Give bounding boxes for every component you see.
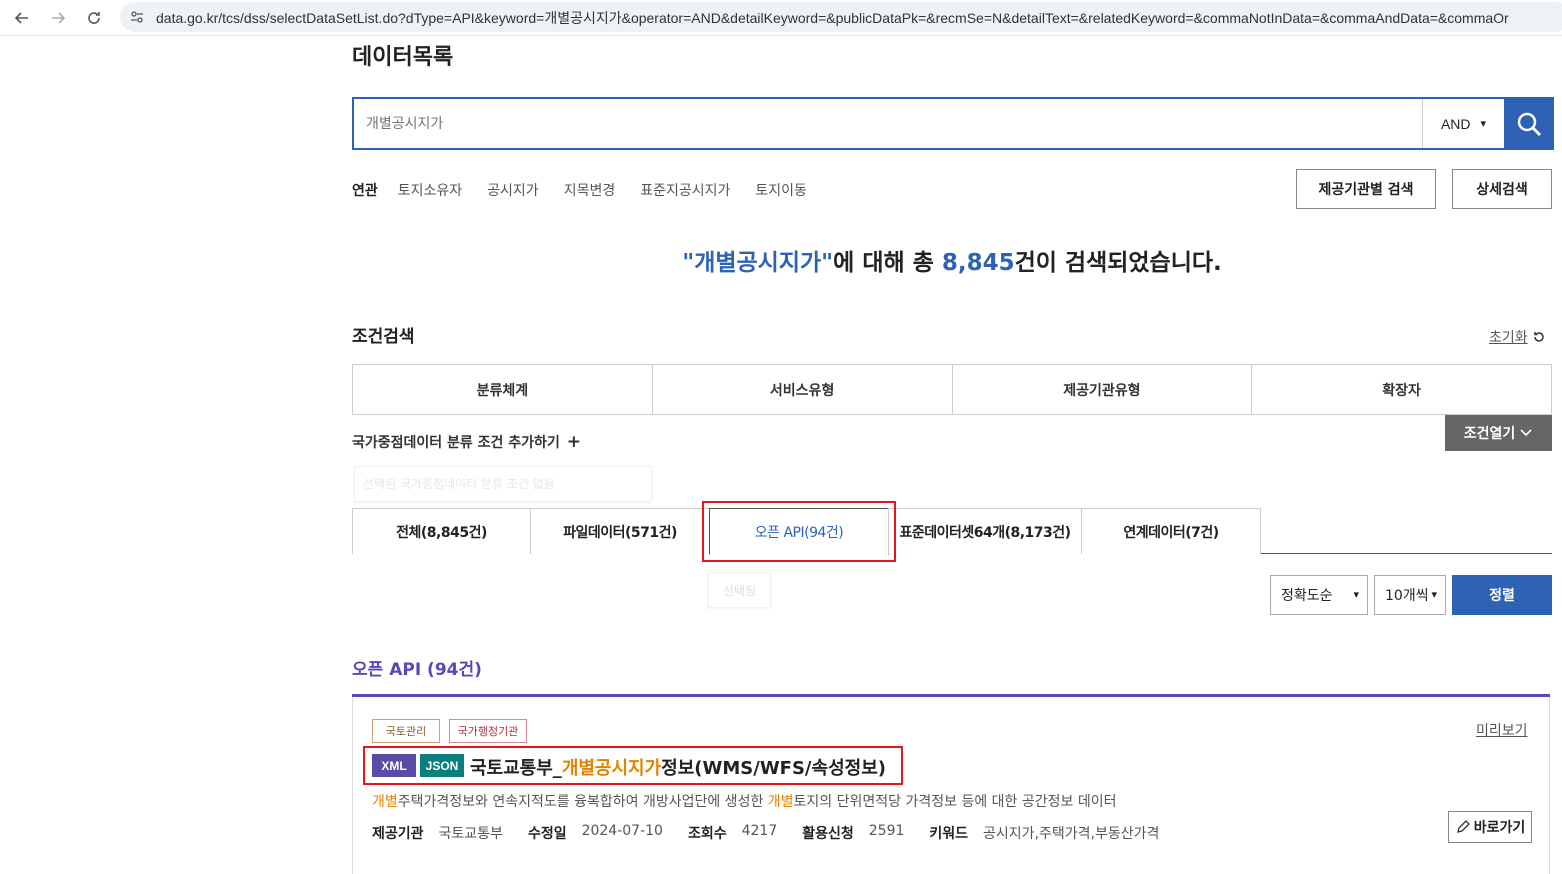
- condition-tab[interactable]: 서비스유형: [653, 365, 953, 414]
- add-condition-label: 국가중점데이터 분류 조건 추가하기: [352, 435, 560, 451]
- condition-tab[interactable]: 제공기관유형: [953, 365, 1253, 414]
- xml-badge: XML: [372, 754, 416, 777]
- selected-tooltip: 선택됨: [708, 572, 771, 608]
- condition-tab[interactable]: 확장자: [1252, 365, 1551, 414]
- meta-value: 2591: [868, 823, 905, 839]
- condition-tab[interactable]: 분류체계: [353, 365, 653, 414]
- goto-label: 바로가기: [1473, 820, 1526, 836]
- related-item[interactable]: 토지이동: [755, 180, 807, 200]
- chevron-down-icon: ▾: [1480, 118, 1487, 130]
- desc-keyword: 개별: [767, 794, 794, 810]
- related-item[interactable]: 표준지공시지가: [640, 180, 730, 200]
- meta-value: 공시지가,주택가격,부동산가격: [983, 826, 1160, 842]
- search-input[interactable]: [354, 99, 1422, 148]
- category-tag: 국토관리: [372, 719, 440, 743]
- api-description: 개별주택가격정보와 연속지적도를 융복합하여 개방사업단에 생성한 개별토지의 …: [372, 791, 1117, 811]
- ghost-tooltip: 선택된 국가중점데이터 분류 조건 없음: [354, 466, 652, 502]
- result-keyword: "개별공시지가": [682, 250, 834, 276]
- chevron-down-icon: ▾: [1353, 588, 1359, 601]
- site-settings-icon[interactable]: [128, 8, 146, 26]
- conditions-title: 조건검색: [352, 327, 415, 347]
- related-item[interactable]: 공시지가: [487, 180, 539, 200]
- goto-button[interactable]: 바로가기: [1448, 811, 1532, 843]
- operator-value: AND: [1440, 115, 1471, 132]
- result-middle: 에 대해 총: [833, 250, 942, 276]
- ghost-tooltip-text: 선택된 국가중점데이터 분류 조건 없음: [363, 477, 555, 491]
- open-conditions-label: 조건열기: [1463, 426, 1516, 442]
- desc-text: 토지의 단위면적당 가격정보 등에 대한 공간정보 데이터: [793, 794, 1117, 810]
- title-post: 정보(WMS/WFS/속성정보): [661, 758, 886, 779]
- tab-file-data[interactable]: 파일데이터(571건): [530, 508, 710, 554]
- meta-label: 조회수: [687, 826, 727, 842]
- list-item: [352, 697, 1550, 874]
- browser-toolbar: data.go.kr/tcs/dss/selectDataSetList.do?…: [0, 0, 1562, 36]
- url-text: data.go.kr/tcs/dss/selectDataSetList.do?…: [156, 10, 1509, 26]
- title-pre: 국토교통부_: [470, 758, 562, 779]
- related-item[interactable]: 토지소유자: [398, 180, 462, 200]
- tab-all[interactable]: 전체(8,845건): [352, 508, 531, 554]
- org-search-button[interactable]: 제공기관별 검색: [1296, 169, 1436, 209]
- meta-label: 활용신청: [802, 826, 854, 842]
- order-value: 정확도순: [1281, 588, 1333, 604]
- reset-link[interactable]: 초기화: [1489, 327, 1546, 347]
- add-condition-link[interactable]: 국가중점데이터 분류 조건 추가하기 +: [352, 432, 581, 452]
- condition-tabs: 분류체계 서비스유형 제공기관유형 확장자: [352, 364, 1552, 415]
- api-title-link[interactable]: 국토교통부_개별공시지가정보(WMS/WFS/속성정보): [470, 754, 886, 780]
- highlight-box: [702, 501, 896, 562]
- desc-text: 주택가격정보와 연속지적도를 융복합하여 개방사업단에 생성한: [397, 794, 768, 810]
- reset-icon: [1533, 332, 1544, 342]
- order-select[interactable]: 정확도순 ▾: [1270, 575, 1368, 615]
- desc-keyword: 개별: [372, 794, 398, 810]
- reset-label: 초기화: [1489, 330, 1528, 346]
- forward-icon[interactable]: [46, 6, 70, 30]
- plus-icon: +: [566, 432, 581, 452]
- preview-link[interactable]: 미리보기: [1476, 720, 1528, 740]
- meta-value: 국토교통부: [438, 826, 503, 842]
- api-meta: 제공기관 국토교통부 수정일 2024-07-10 조회수 4217 활용신청 …: [372, 823, 1184, 843]
- search-box: AND ▾: [352, 97, 1554, 150]
- title-keyword: 개별공시지가: [561, 758, 662, 779]
- meta-label: 수정일: [527, 826, 567, 842]
- search-button[interactable]: [1504, 97, 1554, 150]
- meta-value: 4217: [741, 823, 778, 839]
- result-suffix: 건이 검색되었습니다.: [1014, 250, 1222, 276]
- result-message: "개별공시지가"에 대해 총 8,845건이 검색되었습니다.: [352, 243, 1552, 277]
- json-badge: JSON: [420, 754, 464, 777]
- tab-standard-dataset[interactable]: 표준데이터셋64개(8,173건): [888, 508, 1082, 554]
- per-page-value: 10개씩: [1385, 588, 1429, 604]
- tab-linked-data[interactable]: 연계데이터(7건): [1081, 508, 1261, 554]
- address-bar[interactable]: data.go.kr/tcs/dss/selectDataSetList.do?…: [120, 2, 1562, 32]
- per-page-select[interactable]: 10개씩 ▾: [1374, 575, 1446, 615]
- meta-label: 제공기관: [372, 826, 424, 842]
- chevron-down-icon: [1520, 429, 1532, 437]
- org-type-tag: 국가행정기관: [449, 719, 527, 743]
- sort-button[interactable]: 정렬: [1452, 575, 1552, 615]
- meta-label: 키워드: [929, 826, 969, 842]
- page-title: 데이터목록: [352, 45, 454, 70]
- open-conditions-button[interactable]: 조건열기: [1445, 415, 1552, 451]
- related-keywords: 연관 토지소유자 공시지가 지목변경 표준지공시지가 토지이동: [352, 180, 832, 200]
- pencil-icon: [1456, 820, 1470, 833]
- chevron-down-icon: ▾: [1431, 588, 1437, 601]
- detail-search-button[interactable]: 상세검색: [1452, 169, 1552, 209]
- list-title: 오픈 API (94건): [352, 660, 482, 680]
- related-item[interactable]: 지목변경: [564, 180, 616, 200]
- related-label: 연관: [352, 183, 378, 199]
- search-icon: [1517, 112, 1541, 136]
- operator-select[interactable]: AND ▾: [1422, 99, 1504, 148]
- data-type-tabs: 전체(8,845건) 파일데이터(571건) 오픈 API(94건) 표준데이터…: [352, 508, 1552, 555]
- reload-icon[interactable]: [82, 6, 106, 30]
- back-icon[interactable]: [10, 6, 34, 30]
- meta-value: 2024-07-10: [581, 823, 663, 839]
- result-count: 8,845: [941, 250, 1015, 276]
